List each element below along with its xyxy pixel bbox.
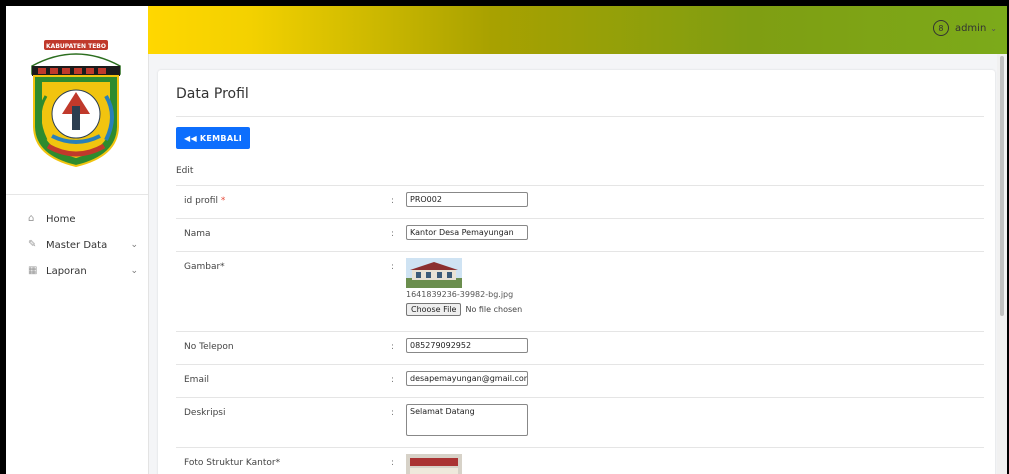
chevron-down-icon: ⌄ (130, 240, 138, 250)
sidebar-nav: ⌂ Home ✎ Master Data ⌄ ▦ Laporan ⌄ (6, 206, 148, 284)
id-profil-input[interactable]: PRO002 (406, 192, 528, 207)
page-scrollbar[interactable] (997, 54, 1007, 474)
colon: : (391, 229, 395, 239)
colon: : (391, 375, 395, 385)
svg-text:KABUPATEN TEBO: KABUPATEN TEBO (46, 43, 106, 50)
form-row-gambar: Gambar* : 1641839236-39982-bg.jpg Choose… (176, 251, 984, 332)
page-title: Data Profil (176, 86, 249, 102)
calendar-icon: ▦ (28, 265, 38, 276)
gambar-preview-image (406, 258, 462, 288)
deskripsi-textarea[interactable]: Selamat Datang (406, 404, 528, 436)
choose-file-button[interactable]: Choose File (406, 303, 462, 316)
form-row-deskripsi: Deskripsi : Selamat Datang (176, 397, 984, 448)
profile-card: Data Profil ◀◀ KEMBALI Edit id profil * … (158, 70, 995, 474)
telepon-input[interactable]: 085279092952 (406, 338, 528, 353)
app-window: KABUPATEN TEBO ⌂ Home ✎ Master Data ⌄ ▦ … (6, 6, 1007, 474)
kabupaten-logo: KABUPATEN TEBO (31, 40, 121, 168)
logo-area: KABUPATEN TEBO (6, 6, 148, 195)
colon: : (391, 262, 395, 272)
colon: : (391, 196, 395, 206)
form-row-email: Email : desapemayungan@gmail.com (176, 364, 984, 398)
chevron-down-icon: ⌄ (130, 266, 138, 276)
double-chevron-left-icon: ◀◀ (184, 133, 197, 143)
file-input-gambar: Choose File No file chosen (406, 303, 522, 316)
field-label: No Telepon (184, 342, 234, 352)
sidebar-item-master-data[interactable]: ✎ Master Data ⌄ (6, 232, 148, 258)
user-name: admin (954, 22, 987, 34)
gambar-filename: 1641839236-39982-bg.jpg (406, 290, 514, 299)
file-status: No file chosen (465, 305, 523, 314)
chevron-down-icon: ⌄ (990, 23, 997, 33)
sidebar-item-label: Master Data (46, 239, 108, 251)
form-row-telepon: No Telepon : 085279092952 (176, 331, 984, 365)
sidebar-item-laporan[interactable]: ▦ Laporan ⌄ (6, 258, 148, 284)
colon: : (391, 408, 395, 418)
form-row-nama: Nama : Kantor Desa Pemayungan (176, 218, 984, 252)
email-input[interactable]: desapemayungan@gmail.com (406, 371, 528, 386)
colon: : (391, 342, 395, 352)
form-row-id-profil: id profil * : PRO002 (176, 185, 984, 219)
field-label: id profil * (184, 196, 226, 206)
field-label: Gambar* (184, 262, 225, 272)
divider (176, 116, 984, 117)
form-subtitle: Edit (176, 166, 194, 176)
top-header: 8 admin ⌄ (148, 6, 1007, 54)
back-button[interactable]: ◀◀ KEMBALI (176, 127, 250, 149)
scrollbar-thumb[interactable] (1000, 56, 1004, 316)
nama-input[interactable]: Kantor Desa Pemayungan (406, 225, 528, 240)
home-icon: ⌂ (28, 213, 35, 224)
edit-icon: ✎ (28, 239, 37, 250)
back-button-label: KEMBALI (199, 133, 242, 143)
sidebar-item-home[interactable]: ⌂ Home (6, 206, 148, 232)
sidebar-item-label: Home (46, 213, 76, 225)
colon: : (391, 458, 395, 468)
user-menu[interactable]: 8 admin ⌄ (932, 20, 997, 36)
user-avatar-icon: 8 (932, 20, 949, 36)
field-label: Deskripsi (184, 408, 226, 418)
field-label: Foto Struktur Kantor* (184, 458, 281, 468)
sidebar-item-label: Laporan (46, 265, 87, 277)
field-label: Nama (184, 229, 211, 239)
form-row-struktur: Foto Struktur Kantor* : (176, 447, 984, 474)
struktur-preview-image (406, 454, 462, 474)
field-label: Email (184, 375, 209, 385)
sidebar: KABUPATEN TEBO ⌂ Home ✎ Master Data ⌄ ▦ … (6, 6, 149, 474)
